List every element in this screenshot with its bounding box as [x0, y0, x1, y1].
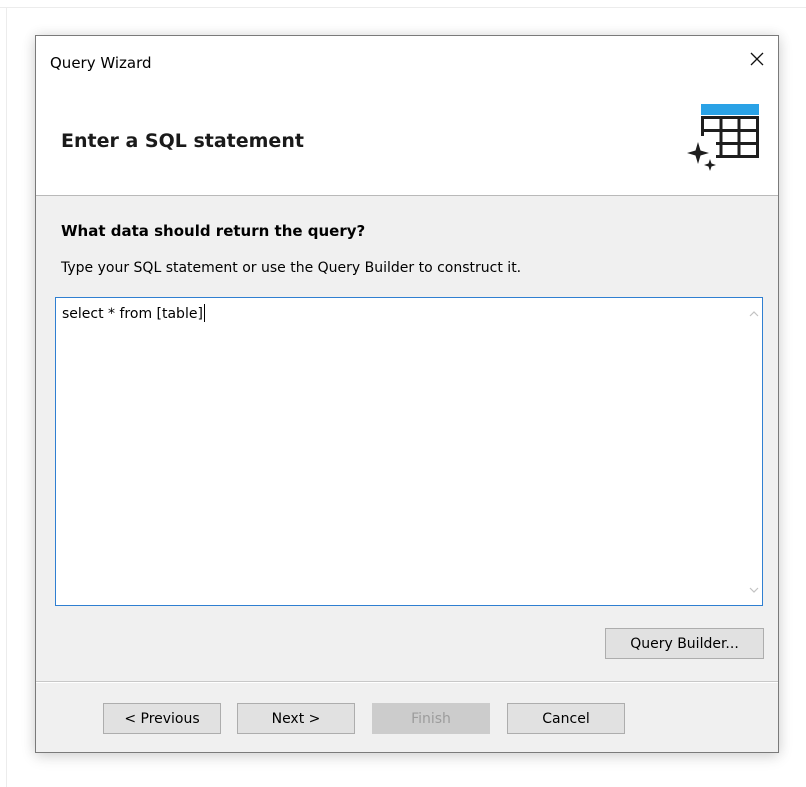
- sql-statement-editor[interactable]: select * from [table]: [55, 297, 763, 606]
- cancel-button[interactable]: Cancel: [507, 703, 625, 734]
- window-title: Query Wizard: [50, 54, 152, 72]
- close-button[interactable]: [736, 40, 778, 78]
- dialog-body: What data should return the query? Type …: [36, 196, 778, 683]
- scroll-down-button[interactable]: [747, 583, 760, 596]
- sql-text: select * from [table]: [62, 306, 203, 322]
- chevron-down-icon: [749, 587, 758, 593]
- next-button[interactable]: Next >: [237, 703, 355, 734]
- top-border-line: [0, 7, 806, 8]
- vertical-scrollbar[interactable]: [745, 298, 762, 605]
- finish-button[interactable]: Finish: [372, 703, 490, 734]
- dialog-header: Query Wizard Enter a SQL statement: [36, 36, 778, 196]
- previous-button[interactable]: < Previous: [103, 703, 221, 734]
- table-sparkle-icon: [686, 104, 759, 174]
- query-builder-button[interactable]: Query Builder...: [605, 628, 764, 659]
- query-wizard-dialog: Query Wizard Enter a SQL statement What …: [35, 35, 779, 753]
- question-label: What data should return the query?: [61, 222, 366, 240]
- sql-editor-content: select * from [table]: [62, 304, 205, 322]
- page-heading: Enter a SQL statement: [61, 130, 304, 152]
- chevron-up-icon: [749, 310, 758, 316]
- scroll-up-button[interactable]: [747, 307, 760, 320]
- left-border-line: [6, 8, 7, 787]
- instruction-text: Type your SQL statement or use the Query…: [61, 260, 522, 276]
- text-caret: [203, 304, 205, 322]
- close-icon: [750, 52, 764, 66]
- footer-divider-highlight: [36, 682, 778, 683]
- screen: Query Wizard Enter a SQL statement What …: [0, 0, 806, 787]
